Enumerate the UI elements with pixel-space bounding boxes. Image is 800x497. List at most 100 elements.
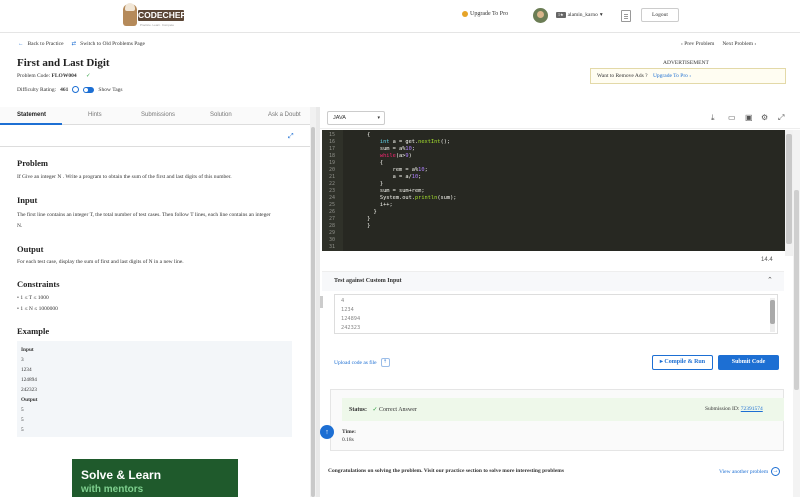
chef-hat-icon [123, 3, 137, 26]
custom-input-line: 4 [341, 298, 345, 304]
line-number: 21 [329, 174, 336, 180]
tab-statement[interactable]: Statement [17, 112, 46, 118]
codechef-logo[interactable]: CODECHEF Practice. Learn. Compete [123, 3, 186, 28]
tab-solution[interactable]: Solution [210, 112, 232, 118]
tab-ask-doubt[interactable]: Ask a Doubt [268, 112, 301, 118]
avatar[interactable] [533, 8, 548, 23]
scrollbar-thumb[interactable] [786, 134, 792, 244]
textarea-scrollbar[interactable] [770, 298, 775, 332]
upgrade-to-pro-link[interactable]: Upgrade To Pro [462, 11, 508, 17]
fullscreen-icon[interactable]: ⤢ [778, 113, 784, 123]
nav-links: ← Back to Practice ⇄ Switch to Old Probl… [18, 41, 145, 47]
example-output-line: 5 [21, 417, 24, 423]
difficulty-value: 461 [60, 86, 69, 93]
show-tags-toggle[interactable] [83, 86, 95, 93]
solved-check-icon: ✓ [85, 73, 91, 79]
logout-button[interactable]: Logout [641, 8, 679, 22]
code-line: rem = a%10; [348, 167, 428, 173]
language-select[interactable]: JAVA ▾ [327, 111, 385, 125]
back-to-practice-link[interactable]: Back to Practice [28, 41, 64, 47]
next-problem-link[interactable]: Next Problem › [722, 41, 756, 47]
active-tab-indicator [0, 123, 62, 125]
prev-problem-link[interactable]: ‹ Prev Problem [681, 41, 714, 47]
top-navbar [0, 0, 800, 33]
user-menu[interactable]: 1★ alamin_karno ▾ [556, 12, 603, 18]
language-value: JAVA [333, 115, 346, 121]
editor-scrollbar[interactable] [785, 130, 793, 256]
custom-input-textarea[interactable]: 4 1234 124894 242323 [334, 294, 778, 334]
problem-code-label: Problem Code: [17, 73, 51, 79]
problem-code: Problem Code: FLOW004 ✓ [17, 73, 91, 79]
expand-icon[interactable]: ⤢ [288, 132, 294, 141]
custom-input-line: 1234 [341, 307, 354, 313]
input-text-2: N. [17, 223, 23, 229]
notes-icon[interactable] [621, 10, 631, 22]
settings-icon[interactable]: ⚙ [761, 113, 768, 122]
input-text: The first line contains an integer T, th… [17, 212, 271, 218]
code-line: { [348, 160, 384, 166]
ad-banner-line1: Solve & Learn [81, 468, 162, 482]
problem-text: If Give an integer N . Write a program t… [17, 174, 232, 180]
upload-file-link[interactable]: Upload code as file ⇡ [334, 358, 390, 367]
resize-handle[interactable] [320, 296, 323, 308]
output-text: For each test case, display the sum of f… [17, 259, 184, 265]
submission-id-link[interactable]: 72391574 [741, 406, 763, 412]
tab-submissions[interactable]: Submissions [141, 112, 175, 118]
scrollbar-thumb[interactable] [311, 127, 315, 497]
line-number: 29 [329, 230, 336, 236]
view-another-label: View another problem [719, 468, 769, 475]
ad-banner-line2: with mentors [81, 484, 144, 495]
upload-icon: ⇡ [380, 358, 390, 367]
save-icon[interactable]: ▣ [745, 113, 753, 122]
ad-banner[interactable]: Solve & Learn with mentors [72, 459, 238, 497]
submit-code-button[interactable]: Submit Code [718, 355, 779, 370]
view-another-problem-link[interactable]: View another problem → [719, 467, 781, 476]
example-input-label: Input [21, 347, 34, 353]
code-line: int a = get.nextInt(); [379, 139, 451, 145]
example-input-line: 124894 [21, 377, 37, 383]
scrollbar-thumb[interactable] [794, 190, 799, 390]
constraint-2: 1 ≤ N ≤ 1000000 [20, 306, 58, 312]
example-output-line: 5 [21, 427, 24, 433]
example-heading: Example [17, 326, 50, 336]
right-scrollbar[interactable] [793, 130, 800, 497]
download-icon[interactable]: ⤓ [711, 113, 715, 123]
compile-run-button[interactable]: ▸ Compile & Run [652, 355, 713, 370]
arrow-right-icon: → [771, 467, 781, 476]
switch-old-page-link[interactable]: Switch to Old Problems Page [80, 41, 145, 47]
tab-hints[interactable]: Hints [88, 112, 102, 118]
code-line: while(a>9) [379, 153, 412, 159]
compile-run-label: Compile & Run [664, 359, 706, 365]
constraint-item: • 1 ≤ N ≤ 1000000 [17, 306, 58, 312]
status-row: Status: ✓ Correct Answer [349, 406, 417, 413]
chevron-down-icon: ▾ [377, 115, 380, 121]
upload-label: Upload code as file [334, 359, 377, 366]
example-output-label: Output [21, 397, 38, 403]
chevron-up-icon[interactable]: ⌃ [767, 276, 773, 284]
comment-icon[interactable]: ▭ [728, 113, 736, 122]
scroll-up-icon[interactable]: ↑ [320, 425, 334, 439]
advertisement-label: ADVERTISEMENT [663, 60, 709, 66]
line-number: 17 [329, 146, 336, 152]
coin-icon [462, 11, 468, 17]
difficulty-label: Difficulty Rating: [17, 86, 57, 93]
code-line: { [348, 132, 371, 138]
settings-icon[interactable] [72, 86, 80, 93]
arrow-left-icon: ← [18, 41, 24, 47]
line-number: 24 [329, 195, 336, 201]
star-rating-badge: 1★ [556, 12, 566, 18]
code-editor[interactable]: 15 {16 int a = get.nextInt(); 17 sum = a%… [322, 130, 785, 251]
code-line: sum = sum+rem; [348, 188, 425, 194]
show-tags-label: Show Tags [98, 86, 123, 93]
status-label: Status: [349, 407, 368, 413]
upgrade-label: Upgrade To Pro [470, 11, 509, 17]
upgrade-pro-link[interactable]: Upgrade To Pro [653, 73, 688, 79]
submission-id: Submission ID: 72391574 [705, 406, 763, 412]
code-line: sum = a%10; [348, 146, 415, 152]
custom-input-title: Test against Custom Input [334, 278, 402, 284]
code-line: System.out.println(sum); [348, 195, 457, 201]
chevron-down-icon: ▾ [599, 12, 603, 18]
line-number: 23 [329, 188, 336, 194]
line-number: 30 [329, 237, 336, 243]
